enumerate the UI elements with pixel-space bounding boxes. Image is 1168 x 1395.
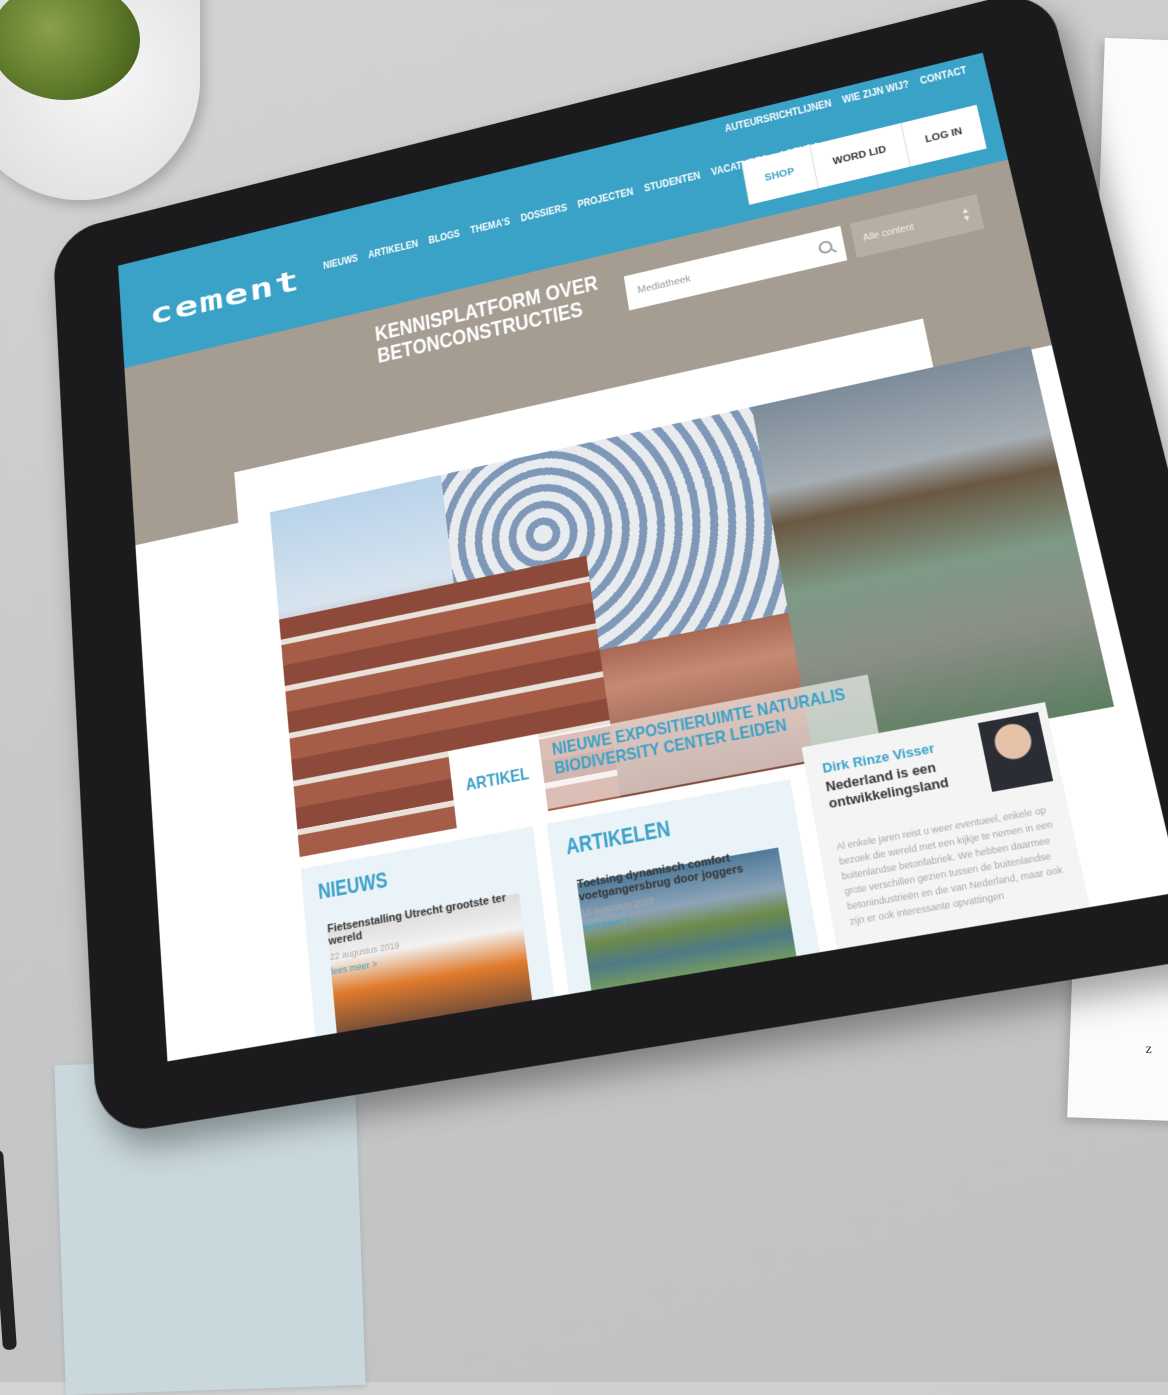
cactus [0,0,140,100]
word-lid-button[interactable]: WORD LID [808,123,910,189]
nav-blogs[interactable]: BLOGS [428,229,461,247]
hero-label: ARTIKEL [448,734,549,830]
avatar [977,711,1054,792]
brick-stripes [279,555,621,858]
nav-artikelen[interactable]: ARTIKELEN [368,239,419,262]
search-icon[interactable] [817,239,834,255]
opinion-excerpt: Al enkele jaren reist u weer eventueel, … [835,804,1064,927]
cactus-pot [0,0,200,200]
search-scope-value: Alle content [862,221,915,244]
pen [0,1149,17,1351]
nav-projecten[interactable]: PROJECTEN [577,187,634,211]
nav-dossiers[interactable]: DOSSIERS [520,203,568,225]
site-logo[interactable]: cement [149,263,302,332]
shop-button[interactable]: SHOP [741,145,818,205]
nav-studenten[interactable]: STUDENTEN [643,171,701,195]
log-in-button[interactable]: LOG IN [900,104,987,167]
nav-themas[interactable]: THEMA'S [470,217,511,237]
nav-nieuws[interactable]: NIEUWS [323,254,359,273]
news-heading: NIEUWS [317,867,389,905]
nav-contact[interactable]: CONTACT [919,65,968,87]
updown-icon: ▲ ▼ [959,204,973,224]
articles-heading: ARTIKELEN [564,816,672,860]
search-placeholder: Mediatheek [636,273,692,296]
tablet: cement AUTEURSRICHTLIJNEN WIE ZIJN WIJ? … [52,0,1168,1233]
